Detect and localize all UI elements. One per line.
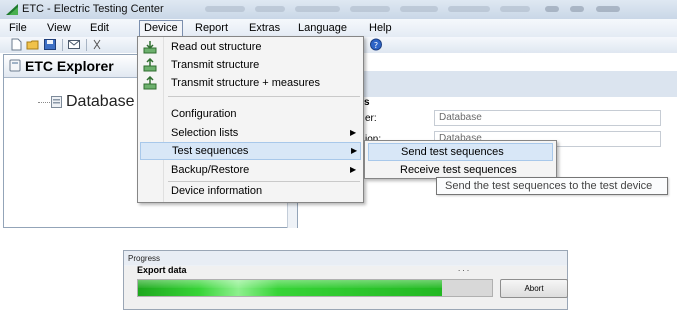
menu-item-device-information[interactable]: Device information: [138, 182, 363, 200]
progress-bar-fill: [138, 280, 443, 296]
tree-item-database[interactable]: Database: [66, 93, 135, 111]
title-blur: [400, 6, 438, 12]
progress-dialog: Progress Export data . . . Abort: [123, 250, 568, 310]
menu-device[interactable]: Device: [139, 20, 183, 37]
menu-item-test-sequences[interactable]: Test sequences ▶: [140, 142, 361, 160]
etc-logo-icon: [6, 4, 18, 15]
menu-item-label: Send test sequences: [401, 146, 504, 158]
menu-item-label: Selection lists: [171, 127, 239, 139]
menu-edit[interactable]: Edit: [86, 21, 113, 35]
properties-heading: s: [364, 97, 370, 108]
abort-button[interactable]: Abort: [500, 279, 568, 298]
submenu-arrow-icon: ▶: [351, 146, 358, 155]
svg-text:?: ?: [374, 41, 378, 50]
menu-item-selection-lists[interactable]: Selection lists ▶: [138, 124, 363, 142]
progress-title: Progress: [128, 254, 161, 263]
explorer-icon: [9, 59, 21, 72]
menu-item-label: Backup/Restore: [171, 164, 250, 176]
title-blur: [205, 6, 245, 12]
open-folder-icon[interactable]: [26, 38, 40, 51]
menu-language[interactable]: Language: [294, 21, 351, 35]
menu-separator: [168, 96, 360, 97]
toolbar-separator: [86, 39, 87, 51]
minimize-blur[interactable]: [545, 6, 559, 12]
title-blur: [350, 6, 390, 12]
save-icon[interactable]: [43, 38, 57, 51]
menu-report[interactable]: Report: [191, 21, 232, 35]
progress-bar: [137, 279, 493, 297]
menu-item-transmit-structure[interactable]: Transmit structure: [138, 56, 363, 74]
test-sequences-submenu: Send test sequences Receive test sequenc…: [364, 140, 557, 179]
title-blur: [255, 6, 285, 12]
menu-help[interactable]: Help: [365, 21, 396, 35]
new-file-icon[interactable]: [9, 38, 23, 51]
property-value-name[interactable]: Database: [434, 110, 661, 126]
mail-icon[interactable]: [67, 38, 81, 51]
progress-dots: . . .: [458, 264, 470, 273]
help-icon[interactable]: ?: [369, 38, 383, 51]
title-blur: [500, 6, 530, 12]
upload-icon: [143, 58, 157, 72]
toolbar-separator: [62, 39, 63, 51]
menu-bar: File View Edit Device Report Extras Lang…: [0, 19, 677, 37]
cut-icon[interactable]: [90, 38, 104, 51]
property-label-name: er:: [365, 113, 377, 124]
menu-item-backup-restore[interactable]: Backup/Restore ▶: [138, 161, 363, 179]
menu-file[interactable]: File: [5, 21, 31, 35]
menu-item-label: Configuration: [171, 108, 237, 120]
menu-item-send-test-sequences[interactable]: Send test sequences: [368, 143, 553, 161]
explorer-title: ETC Explorer: [25, 58, 114, 74]
tree-connector: [38, 102, 50, 103]
close-blur[interactable]: [596, 6, 620, 12]
title-blur: [295, 6, 340, 12]
submenu-arrow-icon: ▶: [350, 128, 357, 137]
device-menu: Read out structure Transmit structure Tr…: [137, 36, 364, 203]
menu-item-label: Transmit structure: [171, 59, 260, 71]
menu-view[interactable]: View: [43, 21, 75, 35]
menu-extras[interactable]: Extras: [245, 21, 284, 35]
window-title: ETC - Electric Testing Center: [22, 3, 164, 15]
menu-item-label: Device information: [171, 185, 263, 197]
title-blur: [448, 6, 490, 12]
progress-title-bar: Progress: [124, 251, 567, 265]
title-bar: ETC - Electric Testing Center: [0, 0, 677, 19]
menu-item-read-out-structure[interactable]: Read out structure: [138, 38, 363, 56]
maximize-blur[interactable]: [570, 6, 584, 12]
submenu-arrow-icon: ▶: [350, 165, 357, 174]
upload-icon: [143, 76, 157, 90]
menu-item-configuration[interactable]: Configuration: [138, 105, 363, 123]
tooltip: Send the test sequences to the test devi…: [436, 177, 668, 195]
download-icon: [143, 41, 157, 54]
menu-item-label: Transmit structure + measures: [171, 77, 321, 89]
menu-item-label: Test sequences: [172, 145, 249, 157]
menu-item-label: Read out structure: [171, 41, 262, 53]
database-node-icon: [51, 96, 62, 108]
progress-label: Export data: [137, 265, 187, 275]
tooltip-text: Send the test sequences to the test devi…: [445, 180, 653, 192]
menu-item-transmit-structure-measures[interactable]: Transmit structure + measures: [138, 74, 363, 92]
